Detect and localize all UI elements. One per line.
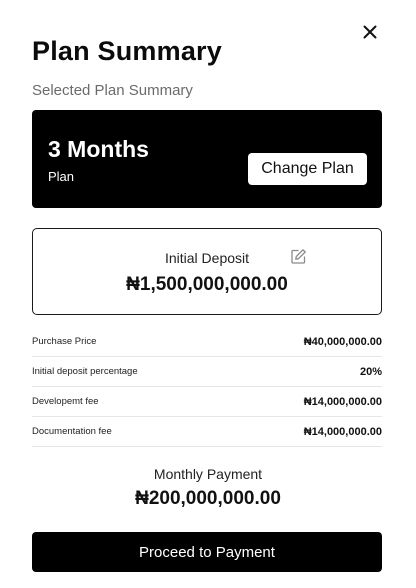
close-icon [363,25,377,39]
page-title: Plan Summary [32,36,222,66]
page-subtitle: Selected Plan Summary [32,82,193,99]
detail-value: 20% [359,365,382,378]
plan-label: Plan [48,169,75,184]
plan-summary-modal: Plan Summary Selected Plan Summary 3 Mon… [0,0,416,588]
monthly-payment-amount: ₦200,000,000.00 [135,488,281,509]
proceed-to-payment-button[interactable]: Proceed to Payment [32,532,382,572]
detail-label: Purchase Price [32,336,97,347]
change-plan-button[interactable]: Change Plan [248,153,367,185]
detail-label: Initial deposit percentage [32,366,138,377]
close-button[interactable] [360,22,380,42]
detail-value: ₦14,000,000.00 [303,425,382,438]
monthly-payment-label: Monthly Payment [153,466,263,482]
detail-row-deposit-percentage: Initial deposit percentage 20% [32,357,382,387]
detail-label: Documentation fee [32,426,112,437]
detail-value: ₦14,000,000.00 [303,395,382,408]
plan-duration: 3 Months [48,136,149,162]
plan-details-list: Purchase Price ₦40,000,000.00 Initial de… [32,327,382,447]
detail-label: Developemt fee [32,396,99,407]
initial-deposit-amount: ₦1,500,000,000.00 [126,274,288,295]
detail-row-development-fee: Developemt fee ₦14,000,000.00 [32,387,382,417]
initial-deposit-label: Initial Deposit [164,250,250,266]
detail-row-documentation-fee: Documentation fee ₦14,000,000.00 [32,417,382,447]
selected-plan-card: 3 Months Plan Change Plan [32,110,382,208]
detail-value: ₦40,000,000.00 [303,335,382,348]
edit-icon[interactable] [290,248,307,265]
detail-row-purchase-price: Purchase Price ₦40,000,000.00 [32,327,382,357]
initial-deposit-card: Initial Deposit ₦1,500,000,000.00 [32,228,382,315]
